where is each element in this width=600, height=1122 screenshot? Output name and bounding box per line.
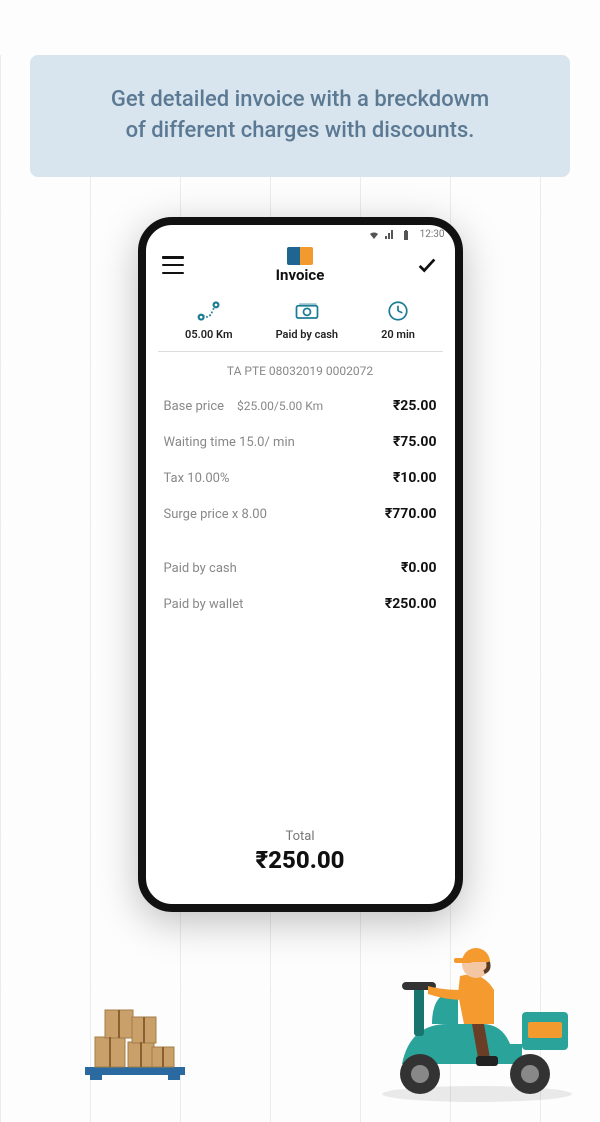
battery-icon [400,229,412,241]
header-center: Invoice [276,247,325,284]
total-block: Total ₹250.00 [146,829,455,874]
banner-line2: of different charges with discounts. [50,116,550,147]
route-icon [185,298,232,324]
app-logo-icon [287,247,313,265]
boxes-illustration-icon [80,992,190,1082]
total-label: Total [146,829,455,844]
line-amount: ₹25.00 [393,398,437,414]
summary-distance-label: 05.00 Km [185,328,232,341]
status-time: 12:30 [420,229,445,240]
line-tax: Tax 10.00% ₹10.00 [164,460,437,496]
line-paid-wallet: Paid by wallet ₹250.00 [164,586,437,622]
page-title: Invoice [276,266,325,284]
phone-frame: 12:30 Invoice 05.00 Km Paid by cash [138,217,463,912]
line-paid-cash: Paid by cash ₹0.00 [164,550,437,586]
line-waiting: Waiting time 15.0/ min ₹75.00 [164,424,437,460]
summary-payment: Paid by cash [276,298,338,341]
status-bar: 12:30 [146,225,455,243]
invoice-lines: Base price $25.00/5.00 Km ₹25.00 Waiting… [146,388,455,622]
cash-icon [276,298,338,324]
banner-line1: Get detailed invoice with a breckdowm [50,85,550,116]
line-amount: ₹10.00 [393,470,437,486]
line-label: Waiting time 15.0/ min [164,435,295,450]
app-header: Invoice [146,243,455,290]
line-label: Paid by cash [164,561,237,576]
wifi-icon [368,229,380,241]
line-label: Tax 10.00% [164,471,230,486]
line-amount: ₹0.00 [401,560,437,576]
line-label: Surge price x 8.00 [164,507,267,522]
line-amount: ₹770.00 [385,506,437,522]
line-amount: ₹250.00 [385,596,437,612]
signal-icon [384,229,396,241]
invoice-id: TA PTE 08032019 0002072 [146,352,455,388]
summary-duration: 20 min [381,298,415,341]
summary-duration-label: 20 min [381,328,415,341]
confirm-button[interactable] [416,254,438,276]
trip-summary: 05.00 Km Paid by cash 20 min [158,290,443,352]
marketing-banner: Get detailed invoice with a breckdowm of… [30,55,570,177]
line-amount: ₹75.00 [393,434,437,450]
total-amount: ₹250.00 [146,846,455,874]
menu-button[interactable] [162,256,184,274]
line-surge: Surge price x 8.00 ₹770.00 [164,496,437,532]
line-base-price: Base price $25.00/5.00 Km ₹25.00 [164,388,437,424]
line-sub: $25.00/5.00 Km [237,399,323,413]
clock-icon [381,298,415,324]
delivery-scooter-illustration-icon [372,924,582,1104]
line-label: Base price [164,399,225,414]
summary-payment-label: Paid by cash [276,328,338,341]
summary-distance: 05.00 Km [185,298,232,341]
line-label: Paid by wallet [164,597,244,612]
